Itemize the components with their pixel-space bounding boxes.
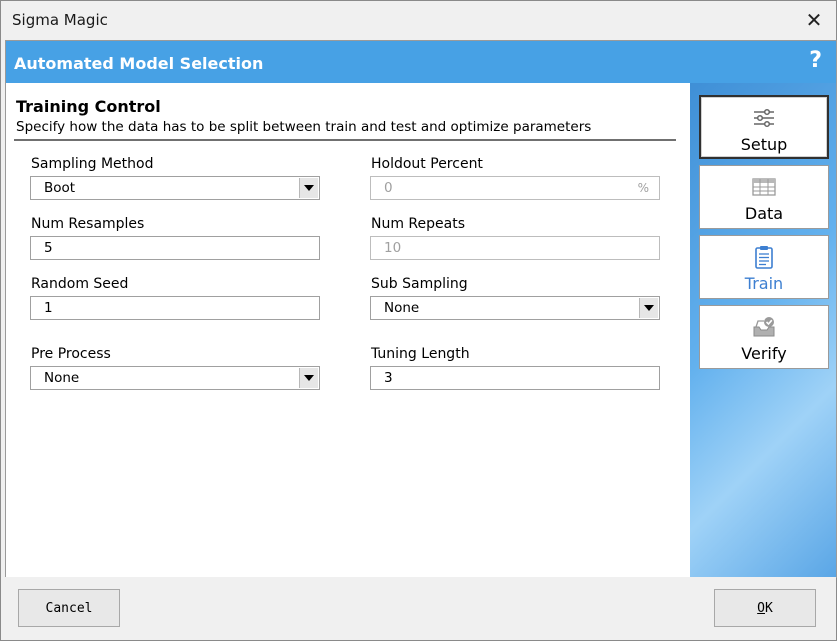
ok-button-label: K — [765, 600, 773, 616]
ok-button[interactable]: OK — [714, 589, 816, 627]
verify-icon — [752, 316, 776, 338]
window-title: Sigma Magic — [12, 11, 108, 29]
sampling-method-select[interactable]: Boot — [30, 176, 320, 200]
num-repeats-label: Num Repeats — [371, 216, 466, 232]
table-icon — [752, 176, 776, 198]
dialog-window: Sigma Magic ✕ Automated Model Selection … — [0, 0, 837, 641]
tuning-length-value: 3 — [384, 370, 393, 386]
num-resamples-value: 5 — [44, 240, 53, 256]
random-seed-label: Random Seed — [31, 276, 129, 292]
pre-process-select[interactable]: None — [30, 366, 320, 390]
nav-verify-label: Verify — [741, 344, 787, 363]
sub-sampling-value: None — [384, 300, 420, 316]
chevron-down-icon[interactable] — [299, 178, 318, 198]
num-repeats-field[interactable]: 10 — [370, 236, 660, 260]
section-divider — [14, 139, 676, 141]
ok-button-mnemonic: O — [757, 600, 765, 616]
nav-sidebar: Setup Data Train Verify — [690, 83, 836, 577]
dialog-footer: Cancel OK — [1, 577, 836, 640]
nav-train[interactable]: Train — [699, 235, 829, 299]
sampling-method-value: Boot — [44, 180, 76, 196]
nav-setup-label: Setup — [740, 135, 788, 154]
holdout-percent-value: 0 — [384, 180, 393, 196]
sliders-icon — [752, 107, 776, 129]
sub-sampling-select[interactable]: None — [370, 296, 660, 320]
random-seed-field[interactable]: 1 — [30, 296, 320, 320]
section-title: Training Control — [16, 97, 161, 116]
section-description: Specify how the data has to be split bet… — [16, 119, 592, 135]
nav-data[interactable]: Data — [699, 165, 829, 229]
num-resamples-field[interactable]: 5 — [30, 236, 320, 260]
nav-train-label: Train — [744, 274, 784, 293]
percent-suffix: % — [637, 181, 649, 195]
dialog-title: Automated Model Selection — [14, 54, 264, 73]
nav-verify[interactable]: Verify — [699, 305, 829, 369]
title-bar: Sigma Magic ✕ — [1, 1, 836, 39]
sub-sampling-label: Sub Sampling — [371, 276, 468, 292]
pre-process-label: Pre Process — [31, 346, 111, 362]
num-resamples-label: Num Resamples — [31, 216, 145, 232]
cancel-button[interactable]: Cancel — [18, 589, 120, 627]
dialog-header: Automated Model Selection ? — [6, 41, 836, 83]
sampling-method-label: Sampling Method — [31, 156, 154, 172]
holdout-percent-field[interactable]: 0 % — [370, 176, 660, 200]
main-panel: Automated Model Selection ? Training Con… — [5, 40, 837, 578]
num-repeats-value: 10 — [384, 240, 402, 256]
holdout-percent-label: Holdout Percent — [371, 156, 483, 172]
close-icon[interactable]: ✕ — [792, 1, 836, 39]
random-seed-value: 1 — [44, 300, 53, 316]
clipboard-icon — [752, 246, 776, 269]
chevron-down-icon[interactable] — [639, 298, 658, 318]
tuning-length-label: Tuning Length — [371, 346, 470, 362]
tuning-length-field[interactable]: 3 — [370, 366, 660, 390]
help-icon[interactable]: ? — [809, 48, 822, 73]
nav-setup[interactable]: Setup — [699, 95, 829, 159]
pre-process-value: None — [44, 370, 80, 386]
nav-data-label: Data — [744, 204, 784, 223]
training-content: Training Control Specify how the data ha… — [6, 83, 690, 577]
chevron-down-icon[interactable] — [299, 368, 318, 388]
